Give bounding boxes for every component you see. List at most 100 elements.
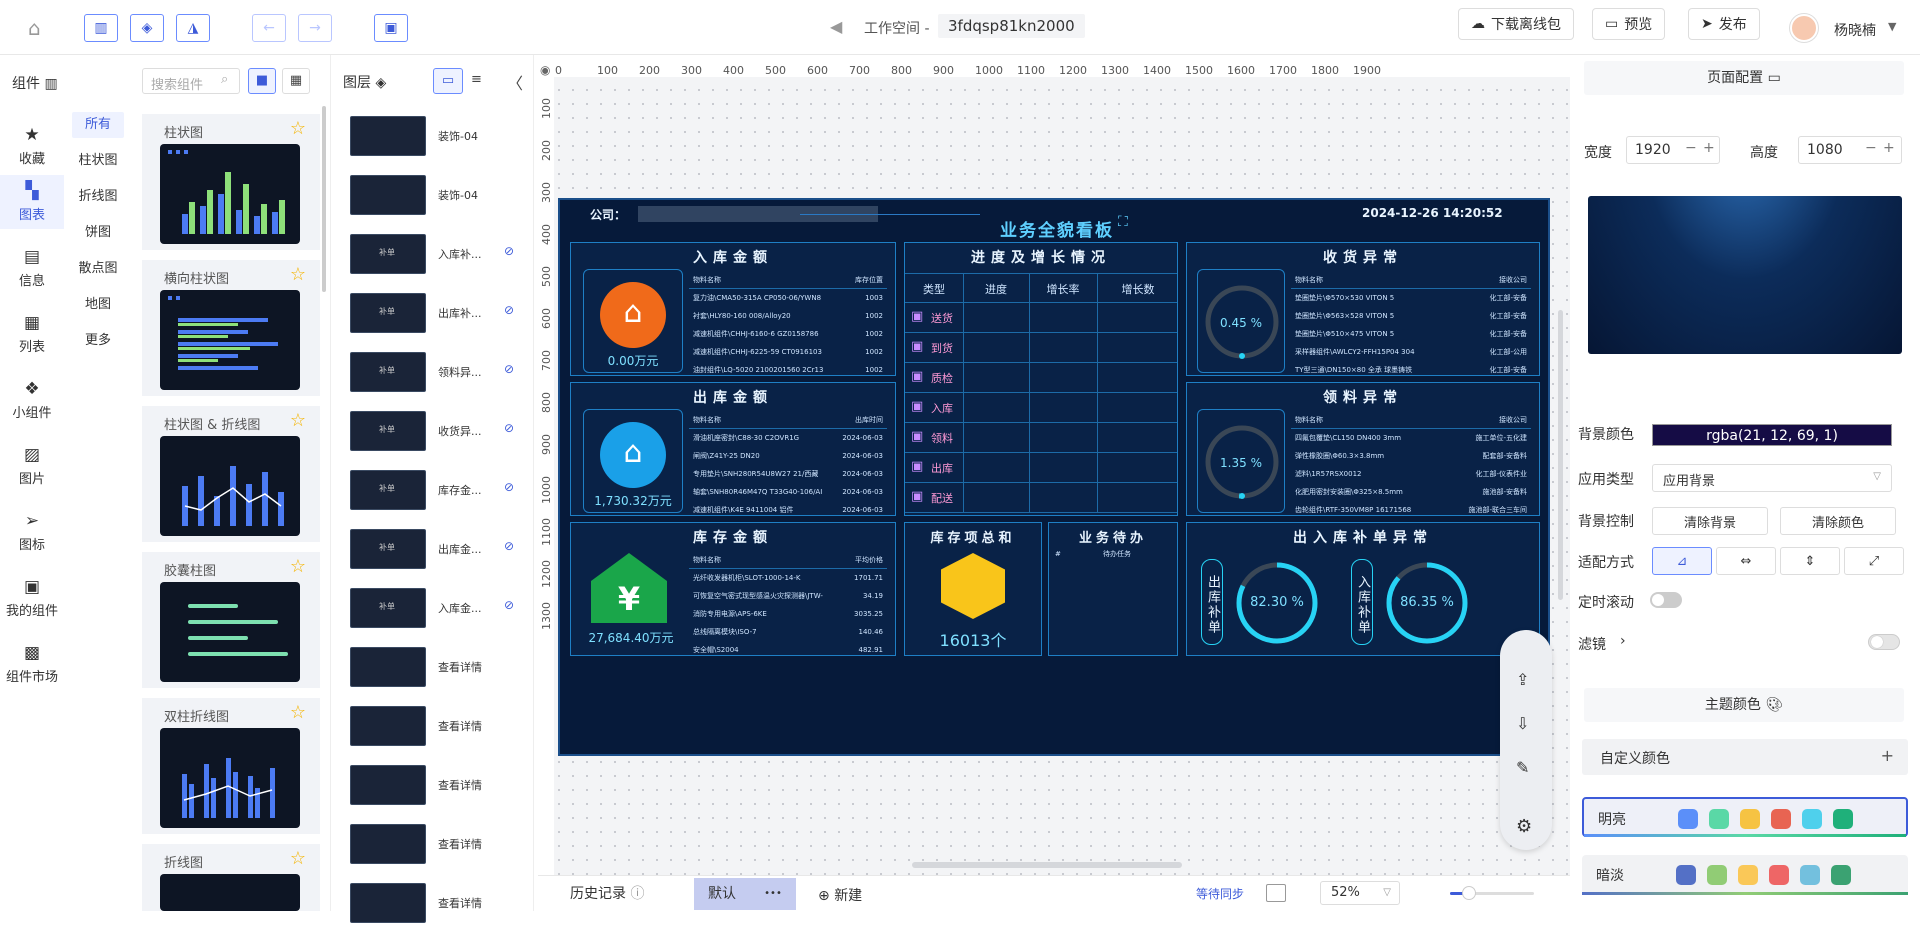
- subcat-map[interactable]: 地图: [72, 292, 124, 318]
- layer-item[interactable]: 查看详情: [350, 757, 520, 813]
- theme-dim[interactable]: 暗淡: [1582, 855, 1908, 895]
- eye-hidden-icon[interactable]: ⊘: [504, 244, 514, 258]
- height-input[interactable]: 1080 − +: [1798, 136, 1902, 164]
- app-type-select[interactable]: 应用背景 ▽: [1652, 464, 1892, 492]
- star-icon[interactable]: ☆: [290, 410, 306, 431]
- grid-view-button[interactable]: ▦: [282, 68, 310, 94]
- filter-toggle[interactable]: [1868, 634, 1900, 650]
- subcat-more[interactable]: 更多: [72, 328, 124, 354]
- chevron-down-icon[interactable]: ▼: [1888, 20, 1896, 33]
- component-card-line[interactable]: 折线图 ☆: [142, 844, 320, 911]
- eye-hidden-icon[interactable]: ⊘: [504, 598, 514, 612]
- zoom-select[interactable]: 52% ▽: [1320, 881, 1400, 905]
- nav-item-charts[interactable]: ▚ 图表: [0, 175, 64, 229]
- fit-full-button[interactable]: ⤢: [1844, 547, 1904, 575]
- more-tab-button[interactable]: •••: [750, 878, 796, 910]
- component-scrollbar[interactable]: [322, 106, 326, 292]
- vertical-scrollbar[interactable]: [1558, 310, 1563, 600]
- export-icon[interactable]: ⇪: [1516, 670, 1529, 689]
- redo-button[interactable]: →: [298, 14, 332, 42]
- layer-item[interactable]: 查看详情: [350, 639, 520, 695]
- fit-width-button[interactable]: ⇔: [1716, 547, 1776, 575]
- eye-hidden-icon[interactable]: ⊘: [504, 480, 514, 494]
- edit-icon[interactable]: ✎: [1516, 758, 1529, 777]
- default-tab[interactable]: 默认: [694, 878, 750, 910]
- layer-item[interactable]: 补单 收货异... ⊘: [350, 403, 520, 459]
- publish-button[interactable]: ➤ 发布: [1688, 8, 1760, 40]
- dashboard-canvas[interactable]: 公司： 业务全貌看板 ⛶ 2024-12-26 14:20:52 入库金额 ⌂ …: [558, 198, 1550, 756]
- layers-toggle-button[interactable]: ◈: [130, 14, 164, 42]
- nav-item-widgets[interactable]: ❖ 小组件: [0, 373, 64, 427]
- eye-hidden-icon[interactable]: ⊘: [504, 539, 514, 553]
- nav-item-icons[interactable]: ➢ 图标: [0, 505, 64, 559]
- nav-item-info[interactable]: ▤ 信息: [0, 241, 64, 295]
- fit-mode-default-button[interactable]: ⊿: [1652, 547, 1712, 575]
- chart-toggle-button[interactable]: ▥: [84, 14, 118, 42]
- save-button[interactable]: ▣: [374, 14, 408, 42]
- nav-item-favorites[interactable]: ★ 收藏: [0, 119, 64, 173]
- preview-button[interactable]: ▭ 预览: [1592, 8, 1666, 40]
- layer-thumbnail-view-button[interactable]: ▭: [433, 68, 463, 94]
- user-name[interactable]: 杨晓楠: [1834, 20, 1876, 40]
- fullscreen-icon[interactable]: ⛶: [1118, 214, 1128, 230]
- component-card-bar[interactable]: 柱状图 ☆: [142, 114, 320, 250]
- layer-list-view-button[interactable]: ≡: [471, 72, 482, 87]
- layer-item[interactable]: 查看详情: [350, 875, 520, 931]
- layer-item[interactable]: 查看详情: [350, 698, 520, 754]
- zoom-slider-handle[interactable]: [1462, 886, 1476, 900]
- eye-hidden-icon[interactable]: ⊘: [504, 303, 514, 317]
- star-icon[interactable]: ☆: [290, 848, 306, 869]
- clear-background-button[interactable]: 清除背景: [1652, 507, 1768, 535]
- subcat-bar[interactable]: 柱状图: [72, 148, 124, 174]
- download-offline-button[interactable]: ☁ 下载离线包: [1458, 8, 1574, 40]
- eye-hidden-icon[interactable]: ⊘: [504, 362, 514, 376]
- avatar[interactable]: [1790, 14, 1818, 42]
- nav-item-images[interactable]: ▨ 图片: [0, 439, 64, 493]
- nav-item-list[interactable]: ▦ 列表: [0, 307, 64, 361]
- component-card-double-bar-line[interactable]: 双柱折线图 ☆: [142, 698, 320, 834]
- layer-item[interactable]: 补单 库存金... ⊘: [350, 462, 520, 518]
- bg-color-input[interactable]: rgba(21, 12, 69, 1): [1652, 424, 1892, 446]
- undo-button[interactable]: ←: [252, 14, 286, 42]
- layer-item[interactable]: 装饰-04: [350, 167, 520, 223]
- eye-icon[interactable]: ◉: [540, 63, 550, 77]
- history-button[interactable]: 历史记录 ⓘ: [562, 883, 652, 905]
- minimap-icon[interactable]: [1266, 884, 1286, 902]
- subcat-line[interactable]: 折线图: [72, 184, 124, 210]
- workspace-name[interactable]: 3fdqsp81kn2000: [938, 14, 1085, 38]
- component-card-bar-line[interactable]: 柱状图 & 折线图 ☆: [142, 406, 320, 542]
- collapse-panel-button[interactable]: 〈: [507, 70, 523, 94]
- eye-hidden-icon[interactable]: ⊘: [504, 421, 514, 435]
- star-icon[interactable]: ☆: [290, 264, 306, 285]
- home-icon[interactable]: ⌂: [28, 16, 41, 40]
- background-preview-image[interactable]: [1588, 196, 1902, 354]
- fit-height-button[interactable]: ⇕: [1780, 547, 1840, 575]
- horizontal-scrollbar[interactable]: [912, 862, 1182, 868]
- layer-item[interactable]: 补单 入库补... ⊘: [350, 226, 520, 282]
- layer-item[interactable]: 补单 领料异... ⊘: [350, 344, 520, 400]
- card-view-button[interactable]: ■: [248, 68, 276, 94]
- timed-scroll-toggle[interactable]: [1650, 592, 1682, 608]
- clear-color-button[interactable]: 清除颜色: [1780, 507, 1896, 535]
- minus-icon[interactable]: −: [1865, 140, 1877, 156]
- chevron-right-icon[interactable]: ›: [1620, 633, 1626, 649]
- nav-item-my-components[interactable]: ▣ 我的组件: [0, 571, 64, 625]
- style-toggle-button[interactable]: ◮: [176, 14, 210, 42]
- component-card-horizontal-bar[interactable]: 横向柱状图 ☆: [142, 260, 320, 396]
- layer-item[interactable]: 补单 出库金... ⊘: [350, 521, 520, 577]
- plus-icon[interactable]: +: [1883, 140, 1895, 156]
- plus-icon[interactable]: +: [1881, 746, 1894, 765]
- layer-item[interactable]: 补单 出库补... ⊘: [350, 285, 520, 341]
- search-input[interactable]: 搜索组件 ⌕: [142, 68, 240, 94]
- gear-icon[interactable]: ⚙: [1516, 816, 1532, 837]
- star-icon[interactable]: ☆: [290, 118, 306, 139]
- subcat-all[interactable]: 所有: [72, 112, 124, 138]
- star-icon[interactable]: ☆: [290, 556, 306, 577]
- layer-item[interactable]: 装饰-04: [350, 108, 520, 164]
- layer-item[interactable]: 补单 入库金... ⊘: [350, 580, 520, 636]
- custom-color-row[interactable]: 自定义颜色 +: [1582, 739, 1908, 775]
- subcat-pie[interactable]: 饼图: [72, 220, 124, 246]
- minus-icon[interactable]: −: [1685, 140, 1697, 156]
- plus-icon[interactable]: +: [1703, 140, 1715, 156]
- star-icon[interactable]: ☆: [290, 702, 306, 723]
